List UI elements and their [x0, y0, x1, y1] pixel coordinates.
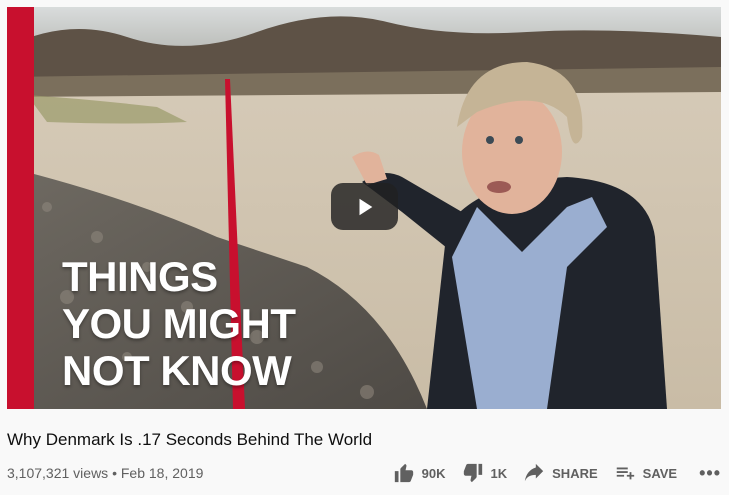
save-button[interactable]: SAVE — [614, 462, 677, 484]
overlay-line: YOU MIGHT — [62, 300, 296, 347]
action-bar: 90K 1K SHARE SAVE ••• — [377, 462, 721, 484]
video-stats: 3,107,321 views • Feb 18, 2019 — [7, 465, 377, 481]
view-count: 3,107,321 views — [7, 465, 109, 481]
play-button[interactable] — [331, 183, 398, 230]
thumbs-down-icon — [463, 463, 482, 483]
thumbs-up-icon — [394, 463, 413, 483]
playlist-add-icon — [616, 467, 634, 480]
save-label: SAVE — [642, 465, 678, 481]
video-player[interactable]: THINGS YOU MIGHT NOT KNOW — [7, 7, 721, 409]
more-icon[interactable]: ••• — [699, 463, 721, 484]
dislike-button[interactable]: 1K — [462, 462, 508, 484]
like-count: 90K — [421, 465, 446, 481]
video-title[interactable]: Why Denmark Is .17 Seconds Behind The Wo… — [7, 430, 372, 450]
dislike-count: 1K — [490, 465, 508, 481]
overlay-line: NOT KNOW — [62, 347, 292, 394]
upload-date: Feb 18, 2019 — [120, 465, 204, 481]
thumbnail-overlay-text: THINGS YOU MIGHT NOT KNOW — [62, 253, 296, 394]
separator: • — [112, 465, 117, 481]
share-label: SHARE — [552, 465, 598, 481]
share-button[interactable]: SHARE — [523, 462, 598, 484]
video-meta-row: 3,107,321 views • Feb 18, 2019 90K 1K SH… — [7, 462, 721, 484]
play-icon — [359, 198, 372, 215]
share-icon — [524, 463, 544, 482]
overlay-line: THINGS — [62, 253, 218, 300]
like-button[interactable]: 90K — [393, 462, 446, 484]
